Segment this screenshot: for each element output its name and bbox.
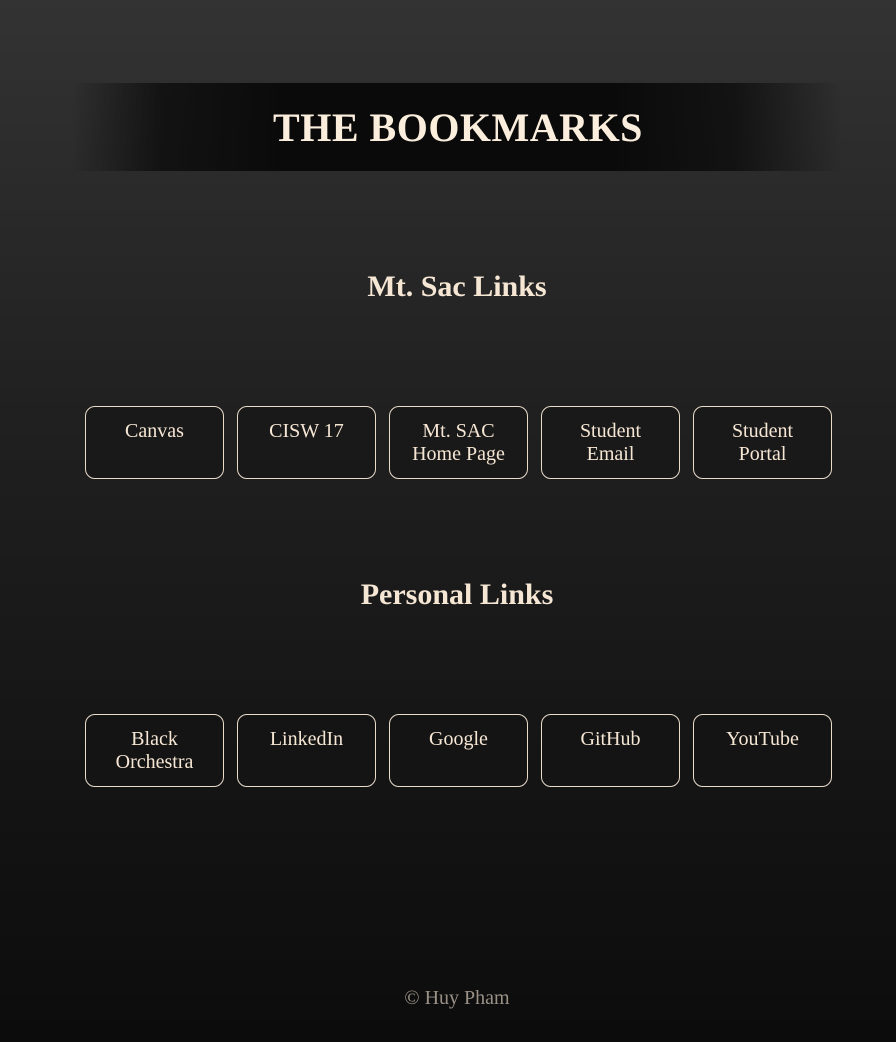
link-label: GitHub bbox=[580, 728, 641, 750]
link-button-linkedin[interactable]: LinkedIn bbox=[237, 714, 376, 787]
link-button-google[interactable]: Google bbox=[389, 714, 528, 787]
link-label: Student Email bbox=[579, 420, 642, 465]
link-label: YouTube bbox=[726, 728, 799, 750]
link-button-student-email[interactable]: Student Email bbox=[541, 406, 680, 479]
link-button-github[interactable]: GitHub bbox=[541, 714, 680, 787]
link-button-canvas[interactable]: Canvas bbox=[85, 406, 224, 479]
link-button-youtube[interactable]: YouTube bbox=[693, 714, 832, 787]
link-label: LinkedIn bbox=[269, 728, 344, 750]
link-label: Black Orchestra bbox=[115, 728, 194, 773]
header-banner: THE BOOKMARKS bbox=[0, 83, 896, 171]
link-label: Mt. SAC Home Page bbox=[412, 420, 505, 465]
link-label: CISW 17 bbox=[269, 420, 344, 442]
mtsac-links-row: Canvas CISW 17 Mt. SAC Home Page Student… bbox=[85, 406, 832, 479]
link-button-black-orchestra[interactable]: Black Orchestra bbox=[85, 714, 224, 787]
link-label: Canvas bbox=[125, 420, 184, 442]
footer-copyright: © Huy Pham bbox=[404, 987, 510, 1009]
link-button-cisw-17[interactable]: CISW 17 bbox=[237, 406, 376, 479]
link-button-student-portal[interactable]: Student Portal bbox=[693, 406, 832, 479]
personal-links-row: Black Orchestra LinkedIn Google GitHub Y… bbox=[85, 714, 832, 787]
link-label: Student Portal bbox=[731, 420, 794, 465]
link-button-mtsac-home-page[interactable]: Mt. SAC Home Page bbox=[389, 406, 528, 479]
page-title: THE BOOKMARKS bbox=[273, 104, 643, 150]
link-label: Google bbox=[429, 728, 488, 750]
section-title-personal-links: Personal Links bbox=[360, 578, 554, 611]
section-title-mtsac-links: Mt. Sac Links bbox=[367, 270, 547, 303]
